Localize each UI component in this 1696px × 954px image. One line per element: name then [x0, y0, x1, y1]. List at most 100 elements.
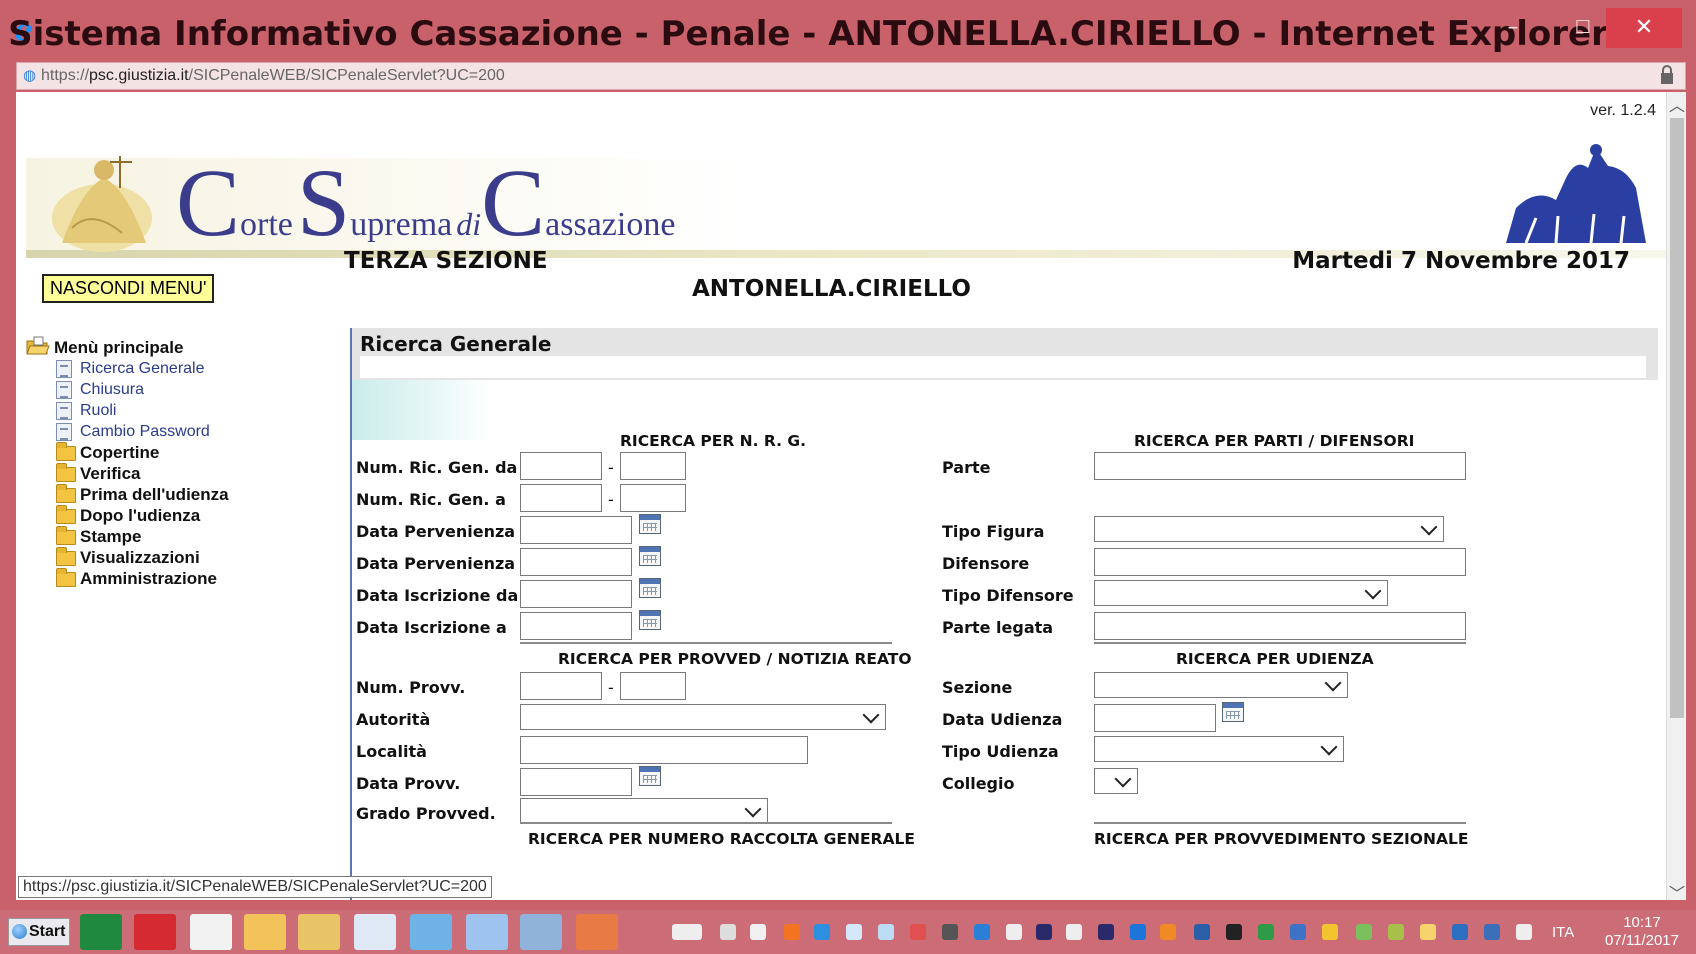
bluetooth-icon[interactable]: [1036, 924, 1052, 940]
file-explorer-icon[interactable]: [298, 914, 340, 950]
tipo-difensore-select[interactable]: [1094, 580, 1388, 606]
data-iscrizione-da-input[interactable]: [520, 580, 632, 608]
document-icon: [56, 360, 72, 378]
remote-desktop-icon[interactable]: [520, 914, 562, 950]
localita-input[interactable]: [520, 736, 808, 764]
mail-icon[interactable]: [1420, 924, 1436, 940]
data-iscrizione-a-input[interactable]: [520, 612, 632, 640]
outlook-icon[interactable]: [244, 914, 286, 950]
teamviewer-icon[interactable]: [814, 924, 830, 940]
grado-provved-label: Grado Provved.: [356, 804, 496, 823]
network-icon[interactable]: [974, 924, 990, 940]
onedrive-icon[interactable]: [846, 924, 862, 940]
network-app-icon[interactable]: [134, 914, 176, 950]
grado-provved-select[interactable]: [520, 798, 768, 824]
people-icon[interactable]: [1290, 924, 1306, 940]
dropbox-tray-icon[interactable]: [1130, 924, 1146, 940]
address-url[interactable]: https://psc.giustizia.it/SICPenaleWEB/SI…: [41, 67, 505, 85]
taskbar: Start ITA 10:17 07/11/2017: [0, 910, 1696, 954]
shield-icon[interactable]: [720, 924, 736, 940]
num-provv-input[interactable]: [520, 672, 602, 700]
clock[interactable]: 10:17 07/11/2017: [1596, 914, 1688, 950]
monitor-icon[interactable]: [1098, 924, 1114, 940]
num-ric-gen-a-label: Num. Ric. Gen. a: [356, 490, 506, 509]
speaker-icon[interactable]: [1160, 924, 1176, 940]
user-name: ANTONELLA.CIRIELLO: [692, 276, 971, 302]
difensore-input[interactable]: [1094, 548, 1466, 576]
sezione-select[interactable]: [1094, 672, 1348, 698]
battery-icon[interactable]: [1006, 924, 1022, 940]
search-panel: Ricerca Generale RICERCA PER N. R. G. Nu…: [350, 328, 1666, 900]
wifi-icon[interactable]: [1484, 924, 1500, 940]
signal-icon[interactable]: [750, 924, 766, 940]
display-icon[interactable]: [942, 924, 958, 940]
camera-icon[interactable]: [1226, 924, 1242, 940]
calendar-icon[interactable]: [639, 766, 661, 786]
data-pervenienza-da-input[interactable]: [520, 516, 632, 544]
start-button[interactable]: Start: [8, 918, 70, 946]
tipo-udienza-select[interactable]: [1094, 736, 1344, 762]
scrollbar-thumb[interactable]: [1670, 118, 1684, 718]
internet-explorer-taskbar-icon[interactable]: [354, 914, 396, 950]
hide-menu-button[interactable]: NASCONDI MENU': [42, 274, 215, 303]
chevron-down-icon: [1324, 674, 1342, 692]
globe-icon[interactable]: [1452, 924, 1468, 940]
num-ric-gen-a-input[interactable]: [520, 484, 602, 512]
store-app-icon[interactable]: [80, 914, 122, 950]
cloud-icon[interactable]: [878, 924, 894, 940]
num-ric-gen-da-input[interactable]: [520, 452, 602, 480]
raccolta-section-heading: RICERCA PER NUMERO RACCOLTA GENERALE: [528, 830, 915, 848]
autorita-select[interactable]: [520, 704, 886, 730]
tipo-figura-select[interactable]: [1094, 516, 1444, 542]
calendar-icon[interactable]: [1222, 702, 1244, 722]
document-icon: [56, 402, 72, 420]
parte-legata-input[interactable]: [1094, 612, 1466, 640]
folder-icon: [56, 484, 76, 503]
chat-app-icon[interactable]: [410, 914, 452, 950]
chevron-down-icon: [1420, 518, 1438, 536]
calendar-icon[interactable]: [639, 514, 661, 534]
scroll-down-icon[interactable]: ﹀: [1669, 880, 1685, 900]
scroll-up-icon[interactable]: ︿: [1669, 92, 1685, 115]
menu-root-label: Menù principale: [54, 338, 184, 357]
document-icon: [56, 423, 72, 441]
status-url-tooltip: https://psc.giustizia.it/SICPenaleWEB/SI…: [18, 876, 492, 898]
chat-tray-icon[interactable]: [1258, 924, 1274, 940]
powerpoint-icon[interactable]: [576, 914, 618, 950]
collegio-select[interactable]: [1094, 768, 1138, 794]
folder-icon: [56, 463, 76, 482]
address-bar[interactable]: ◍ https://psc.giustizia.it/SICPenaleWEB/…: [16, 62, 1686, 90]
upload-icon[interactable]: [1194, 924, 1210, 940]
localita-label: Località: [356, 742, 427, 761]
update-icon[interactable]: [784, 924, 800, 940]
dropbox-icon[interactable]: [190, 914, 232, 950]
calendar-icon[interactable]: [639, 546, 661, 566]
chrome-icon[interactable]: [466, 914, 508, 950]
data-provv-input[interactable]: [520, 768, 632, 796]
data-pervenienza-a-label: Data Pervenienza a: [356, 554, 532, 573]
volume-icon[interactable]: [1066, 924, 1082, 940]
keyboard-icon[interactable]: [672, 924, 702, 940]
input-language[interactable]: ITA: [1552, 924, 1574, 941]
calendar-icon[interactable]: [639, 610, 661, 630]
parte-label: Parte: [942, 458, 991, 477]
data-udienza-input[interactable]: [1094, 704, 1216, 732]
minimize-button[interactable]: –: [1480, 8, 1546, 48]
chevron-down-icon: [1320, 738, 1338, 756]
green-app-icon[interactable]: [1388, 924, 1404, 940]
close-button[interactable]: ✕: [1606, 8, 1682, 48]
flag-icon[interactable]: [1516, 924, 1532, 940]
antivirus-icon[interactable]: [910, 924, 926, 940]
vertical-scrollbar[interactable]: ︿ ﹀: [1666, 92, 1686, 900]
num-ric-gen-a-year-input[interactable]: [620, 484, 686, 512]
section-divider: [1094, 642, 1466, 644]
office-icon[interactable]: [1322, 924, 1338, 940]
parte-input[interactable]: [1094, 452, 1466, 480]
difensore-label: Difensore: [942, 554, 1030, 573]
pen-icon[interactable]: [1356, 924, 1372, 940]
calendar-icon[interactable]: [639, 578, 661, 598]
data-pervenienza-a-input[interactable]: [520, 548, 632, 576]
num-ric-gen-da-year-input[interactable]: [620, 452, 686, 480]
folder-icon: [56, 442, 76, 461]
num-provv-year-input[interactable]: [620, 672, 686, 700]
